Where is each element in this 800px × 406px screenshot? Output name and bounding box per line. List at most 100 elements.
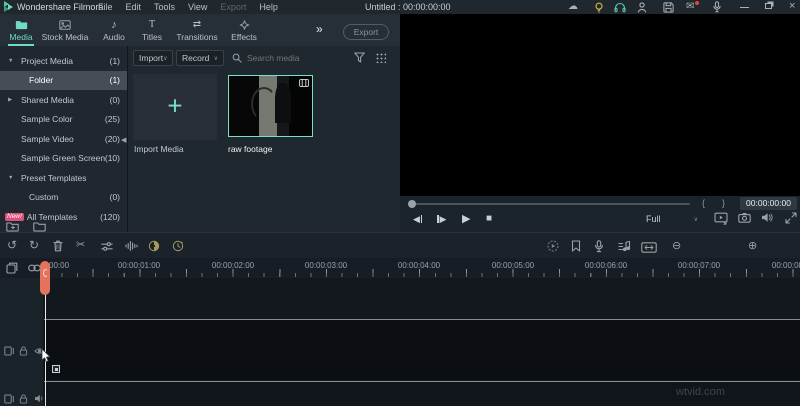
grid-view-icon[interactable]: [375, 52, 386, 63]
next-frame-button[interactable]: ▶: [437, 214, 446, 225]
speed-icon[interactable]: [172, 240, 184, 252]
track-header-column: [0, 278, 43, 406]
sidebar-item-preset-templates[interactable]: ▼ Preset Templates: [0, 168, 127, 188]
tab-audio[interactable]: ♪ Audio: [96, 16, 132, 46]
sidebar-item-sample-green-screen[interactable]: Sample Green Screen (10): [0, 149, 127, 169]
snapshot-camera-icon[interactable]: [738, 213, 751, 223]
save-icon[interactable]: [663, 1, 674, 13]
motion-tracking-icon[interactable]: [148, 240, 160, 252]
menu-export[interactable]: Export: [220, 2, 246, 12]
sidebar-item-custom[interactable]: Custom (0): [0, 188, 127, 208]
render-preview-icon[interactable]: [547, 240, 559, 252]
delete-icon[interactable]: [53, 240, 63, 252]
video-track-icon: [4, 346, 15, 356]
tab-transitions[interactable]: ⇄ Transitions: [172, 16, 222, 46]
headset-icon[interactable]: [614, 2, 626, 13]
expander-right-icon[interactable]: ▶: [8, 97, 12, 103]
import-dropdown[interactable]: Import ∨: [133, 50, 173, 66]
media-clip-thumbnail[interactable]: [228, 75, 313, 137]
fullscreen-icon[interactable]: [785, 212, 797, 224]
audio-waveform-icon[interactable]: [125, 240, 138, 252]
menu-tools[interactable]: Tools: [154, 2, 175, 12]
import-media-label: Import Media: [134, 144, 184, 154]
seek-bar[interactable]: [410, 203, 690, 205]
stop-button[interactable]: ■: [486, 213, 492, 224]
cloud-icon[interactable]: ☁: [568, 1, 578, 12]
panel-tab-bar: Media Stock Media ♪ Audio T Titles ⇄ Tra…: [0, 14, 400, 46]
search-box[interactable]: [232, 50, 358, 66]
menu-help[interactable]: Help: [259, 2, 278, 12]
search-input[interactable]: [247, 53, 358, 63]
filter-icon[interactable]: [354, 52, 365, 63]
record-voiceover-icon[interactable]: [594, 240, 604, 253]
timeline-ruler[interactable]: 00:00 00:00:01:00 00:00:02:00 00:00:03:0…: [0, 258, 800, 278]
sidebar-item-shared-media[interactable]: ▶ Shared Media (0): [0, 90, 127, 110]
tab-media[interactable]: Media: [2, 16, 40, 46]
playhead-line[interactable]: [45, 278, 46, 406]
lightbulb-icon[interactable]: [594, 2, 604, 14]
minimize-button[interactable]: [740, 7, 749, 8]
seek-handle[interactable]: [408, 200, 416, 208]
drag-clip-chip: [52, 365, 60, 373]
fit-timeline-icon[interactable]: [641, 242, 657, 253]
lock-track-icon[interactable]: [19, 346, 28, 356]
mark-out-bracket[interactable]: }: [722, 198, 725, 208]
zoom-level-select[interactable]: Full ∨: [646, 212, 698, 226]
export-button[interactable]: Export: [343, 24, 389, 40]
preview-controls: { } 00:00:00:00 ◀ ▶ ▶ ■ Full ∨: [400, 196, 800, 232]
sidebar-item-sample-video[interactable]: Sample Video (20): [0, 129, 127, 149]
tab-titles[interactable]: T Titles: [134, 16, 170, 46]
expander-down-icon[interactable]: ▼: [8, 58, 13, 64]
voiceover-icon[interactable]: [712, 1, 722, 13]
zoom-in-icon[interactable]: ⊕: [748, 239, 757, 252]
redo-icon[interactable]: ↻: [29, 238, 39, 252]
sidebar-item-sample-color[interactable]: Sample Color (25): [0, 110, 127, 130]
manage-tracks-icon[interactable]: [6, 262, 18, 274]
previous-frame-button[interactable]: ◀: [413, 214, 423, 225]
undo-icon[interactable]: ↺: [7, 238, 17, 252]
mouse-cursor: [41, 348, 53, 364]
sidebar-item-all-templates[interactable]: New! All Templates (120): [0, 207, 127, 227]
mark-in-bracket[interactable]: {: [702, 198, 705, 208]
tab-effects[interactable]: Effects: [224, 16, 264, 46]
zoom-out-icon[interactable]: ⊖: [672, 239, 681, 252]
restore-button[interactable]: [765, 3, 772, 9]
mute-speaker-icon[interactable]: [761, 212, 773, 223]
record-dropdown[interactable]: Record ∨: [176, 50, 224, 66]
collapse-sidebar-arrow[interactable]: ◀: [121, 136, 126, 144]
notification-badge: [695, 1, 699, 5]
split-scissors-icon[interactable]: ✂: [76, 238, 85, 251]
messages-icon[interactable]: ✉: [686, 1, 694, 12]
marker-icon[interactable]: [571, 240, 581, 252]
menu-view[interactable]: View: [188, 2, 207, 12]
media-clip-label: raw footage: [228, 144, 273, 154]
titles-icon: T: [148, 19, 156, 30]
timeline-toolbar: ↺ ↻ ✂ ⊖ ⊕: [0, 232, 800, 258]
timeline[interactable]: wtvid.com: [0, 261, 800, 406]
import-media-card[interactable]: +: [133, 74, 217, 140]
stock-image-icon: [59, 20, 71, 30]
preview-timecode: 00:00:00:00: [740, 197, 797, 210]
close-button[interactable]: ×: [789, 0, 795, 12]
play-on-tv-icon[interactable]: [714, 212, 728, 225]
account-icon[interactable]: [637, 1, 647, 13]
lock-track-icon[interactable]: [19, 394, 28, 404]
play-button[interactable]: ▶: [462, 212, 470, 225]
track-mute-speaker-icon[interactable]: [34, 394, 45, 403]
audio-mixer-icon[interactable]: [618, 240, 631, 252]
video-track[interactable]: [44, 320, 800, 380]
adjust-icon[interactable]: [101, 242, 113, 251]
new-folder-icon[interactable]: [6, 222, 19, 232]
chevron-down-icon: ∨: [213, 55, 218, 62]
preview-window[interactable]: [400, 14, 800, 196]
sidebar-item-folder[interactable]: Folder (1): [0, 70, 127, 90]
menu-file[interactable]: File: [98, 2, 113, 12]
sidebar-item-project-media[interactable]: ▼ Project Media (1): [0, 51, 127, 71]
chevron-down-icon: ∨: [163, 55, 168, 62]
expander-down-icon[interactable]: ▼: [8, 175, 13, 181]
playhead-handle[interactable]: [40, 261, 50, 295]
more-panels-chevrons[interactable]: »: [316, 22, 323, 36]
folder-icon[interactable]: [33, 222, 46, 232]
tab-stock-media[interactable]: Stock Media: [40, 16, 90, 46]
menu-edit[interactable]: Edit: [126, 2, 142, 12]
